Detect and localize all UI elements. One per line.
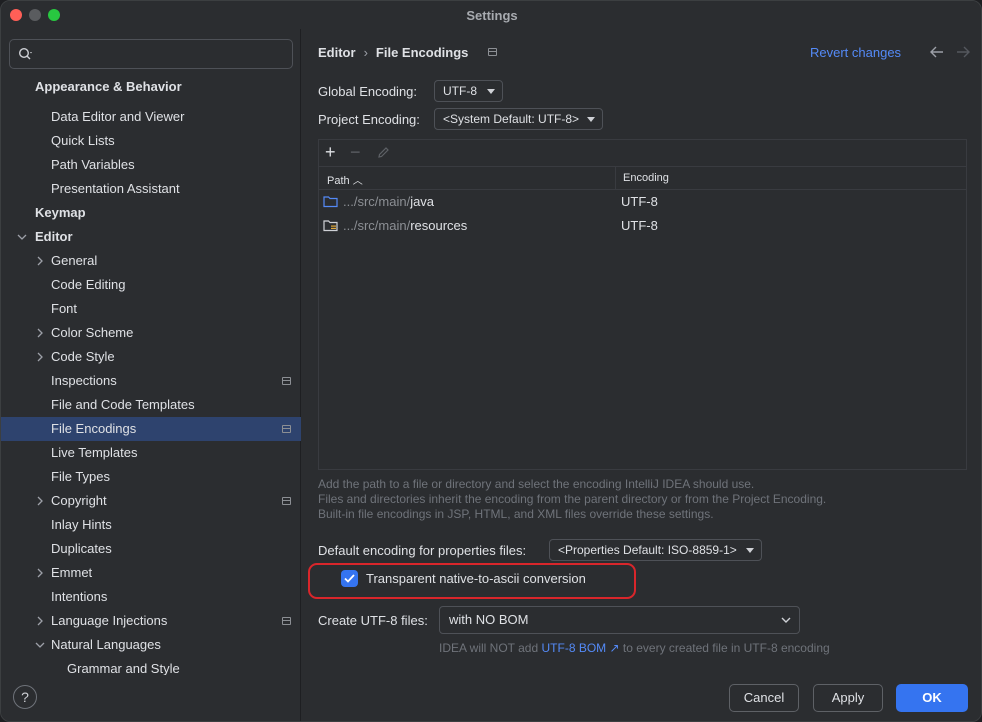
- project-encoding-label: Project Encoding:: [318, 112, 420, 127]
- remove-icon[interactable]: −: [350, 143, 361, 161]
- tree-item-language-injections[interactable]: Language Injections: [1, 609, 301, 633]
- tree-item-live-templates[interactable]: Live Templates: [1, 441, 301, 465]
- breadcrumb: Editor › File Encodings: [318, 45, 468, 60]
- tree-item-grammar-style[interactable]: Grammar and Style: [1, 657, 301, 675]
- project-scope-icon: [282, 425, 291, 433]
- encodings-table: + − Path ︿ Encoding .../src/main/java UT…: [318, 139, 967, 470]
- apply-button[interactable]: Apply: [813, 684, 883, 712]
- edit-icon[interactable]: [377, 146, 390, 159]
- chevron-down-icon[interactable]: [17, 225, 29, 249]
- properties-encoding-label: Default encoding for properties files:: [318, 543, 527, 558]
- native-to-ascii-label[interactable]: Transparent native-to-ascii conversion: [366, 571, 586, 586]
- tree-item-font[interactable]: Font: [1, 297, 301, 321]
- chevron-down-icon: [781, 617, 791, 623]
- create-utf8-label: Create UTF-8 files:: [318, 613, 428, 628]
- dropdown-arrow-icon: [746, 548, 754, 553]
- ok-button[interactable]: OK: [896, 684, 968, 712]
- tree-item-emmet[interactable]: Emmet: [1, 561, 301, 585]
- settings-tree: Appearance & Behavior Data Editor and Vi…: [1, 75, 301, 675]
- utf8-bom-link[interactable]: UTF-8 BOM: [542, 641, 607, 655]
- cancel-button[interactable]: Cancel: [729, 684, 799, 712]
- global-encoding-label: Global Encoding:: [318, 84, 418, 99]
- tree-item-file-types[interactable]: File Types: [1, 465, 301, 489]
- folder-icon: [323, 196, 338, 208]
- project-scope-icon: [282, 377, 291, 385]
- tree-item-presentation-assistant[interactable]: Presentation Assistant: [1, 177, 301, 201]
- column-header-encoding[interactable]: Encoding: [623, 172, 669, 184]
- sort-ascending-icon: ︿: [352, 176, 363, 187]
- external-link-icon: ↗: [606, 641, 620, 655]
- tree-item-code-style[interactable]: Code Style: [1, 345, 301, 369]
- column-divider: [615, 167, 616, 189]
- breadcrumb-separator-icon: ›: [363, 45, 368, 60]
- chevron-right-icon[interactable]: [35, 489, 47, 513]
- dropdown-arrow-icon: [487, 89, 495, 94]
- revert-changes-link[interactable]: Revert changes: [810, 45, 901, 60]
- back-arrow-icon[interactable]: [930, 46, 944, 58]
- chevron-right-icon[interactable]: [35, 249, 47, 273]
- bom-note: IDEA will NOT add UTF-8 BOM ↗ to every c…: [439, 641, 830, 655]
- table-header: Path ︿ Encoding: [319, 166, 966, 190]
- tree-item-color-scheme[interactable]: Color Scheme: [1, 321, 301, 345]
- tree-item-duplicates[interactable]: Duplicates: [1, 537, 301, 561]
- dropdown-arrow-icon: [587, 117, 595, 122]
- settings-window: Settings Appearance & Behavior Data Edit…: [0, 0, 982, 722]
- global-encoding-select[interactable]: UTF-8: [434, 80, 503, 102]
- help-button[interactable]: ?: [13, 685, 37, 709]
- settings-content: Editor › File Encodings Revert changes Glo…: [302, 29, 981, 721]
- native-to-ascii-checkbox[interactable]: [341, 570, 358, 587]
- project-encoding-select[interactable]: <System Default: UTF-8>: [434, 108, 603, 130]
- settings-sidebar: Appearance & Behavior Data Editor and Vi…: [1, 29, 301, 721]
- properties-encoding-select[interactable]: <Properties Default: ISO-8859-1>: [549, 539, 762, 561]
- tree-item-quick-lists[interactable]: Quick Lists: [1, 129, 301, 153]
- tree-item-keymap[interactable]: Keymap: [1, 201, 301, 225]
- search-input[interactable]: [9, 39, 293, 69]
- project-scope-icon: [282, 617, 291, 625]
- tree-item-appearance-behavior[interactable]: Appearance & Behavior: [1, 75, 301, 99]
- tree-item-general[interactable]: General: [1, 249, 301, 273]
- table-row[interactable]: .../src/main/java UTF-8: [319, 190, 966, 214]
- title-bar: Settings: [1, 1, 981, 29]
- tree-item-file-code-templates[interactable]: File and Code Templates: [1, 393, 301, 417]
- project-scope-icon: [488, 48, 497, 56]
- table-row[interactable]: .../src/main/resources UTF-8: [319, 214, 966, 238]
- chevron-right-icon[interactable]: [35, 609, 47, 633]
- table-toolbar: + −: [319, 140, 966, 166]
- tree-item-inspections[interactable]: Inspections: [1, 369, 301, 393]
- chevron-right-icon[interactable]: [35, 561, 47, 585]
- breadcrumb-current: File Encodings: [375, 45, 469, 60]
- hint-line: Built-in file encodings in JSP, HTML, an…: [318, 507, 714, 521]
- chevron-right-icon[interactable]: [35, 345, 47, 369]
- tree-item-data-editor-viewer[interactable]: Data Editor and Viewer: [1, 105, 301, 129]
- column-header-path[interactable]: Path ︿: [327, 172, 363, 187]
- forward-arrow-icon[interactable]: [956, 46, 970, 58]
- checkmark-icon: [344, 574, 355, 583]
- tree-item-natural-languages[interactable]: Natural Languages: [1, 633, 301, 657]
- resources-folder-icon: [323, 220, 338, 232]
- chevron-right-icon[interactable]: [35, 321, 47, 345]
- breadcrumb-parent: Editor: [318, 45, 356, 60]
- hint-line: Files and directories inherit the encodi…: [318, 492, 827, 506]
- add-icon[interactable]: +: [325, 143, 336, 161]
- tree-item-editor[interactable]: Editor: [1, 225, 301, 249]
- tree-item-file-encodings[interactable]: File Encodings: [1, 417, 301, 441]
- window-title: Settings: [466, 8, 518, 23]
- tree-item-copyright[interactable]: Copyright: [1, 489, 301, 513]
- project-scope-icon: [282, 497, 291, 505]
- tree-item-inlay-hints[interactable]: Inlay Hints: [1, 513, 301, 537]
- search-icon: [18, 47, 32, 60]
- tree-item-intentions[interactable]: Intentions: [1, 585, 301, 609]
- chevron-down-icon[interactable]: [35, 633, 47, 657]
- hint-line: Add the path to a file or directory and …: [318, 477, 755, 491]
- create-utf8-select[interactable]: with NO BOM: [439, 606, 800, 634]
- tree-item-path-variables[interactable]: Path Variables: [1, 153, 301, 177]
- tree-item-code-editing[interactable]: Code Editing: [1, 273, 301, 297]
